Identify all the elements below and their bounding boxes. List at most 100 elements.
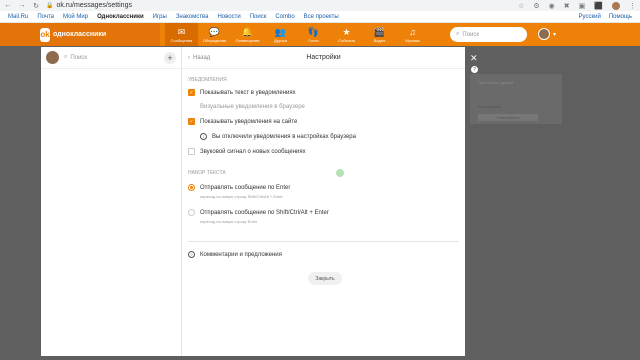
- star-icon[interactable]: ☆: [518, 2, 524, 10]
- portal-link-search[interactable]: Поиск: [250, 14, 267, 20]
- toolbar-video-label: Видео: [373, 37, 386, 43]
- toolbar-friends[interactable]: 👥 Друзья: [264, 23, 297, 46]
- ok-logo-text: одноклассники: [53, 31, 107, 38]
- setting-send-shift[interactable]: Отправлять сообщение по Shift/Ctrl/Alt +…: [188, 209, 329, 216]
- toolbar-messages[interactable]: ✉ Сообщения: [165, 23, 198, 46]
- search-icon: ⌕: [456, 31, 460, 37]
- backdrop-card: Пригласить друзей Фотографии Участвовать: [470, 74, 562, 124]
- friends-icon: 👥: [274, 26, 287, 37]
- extension-icon-4[interactable]: ▣: [579, 2, 586, 10]
- avatar[interactable]: [46, 51, 59, 64]
- back-label: Назад: [193, 54, 211, 61]
- chevron-left-icon: ‹: [188, 54, 190, 61]
- portal-link-mailru[interactable]: Mail.Ru: [8, 14, 28, 20]
- visual-browser-label: Визуальные уведомления в браузере: [200, 104, 305, 110]
- settings-panel: ‹ Назад Настройки Уведомления ✓ Показыва…: [182, 47, 465, 356]
- toolbar-guests-label: Гости: [308, 37, 319, 43]
- conversations-search-input[interactable]: ⌕ Поиск: [64, 54, 159, 61]
- toolbar-music-label: Музыка: [405, 37, 420, 43]
- send-enter-radio[interactable]: [188, 184, 195, 191]
- toolbar-guests[interactable]: 👣 Гости: [297, 23, 330, 46]
- extension-icon-3[interactable]: ✖: [564, 2, 570, 10]
- send-shift-radio[interactable]: [188, 209, 195, 216]
- backdrop-button: Участвовать: [478, 114, 538, 121]
- toolbar-discussions[interactable]: 💬 Обсуждения: [198, 23, 231, 46]
- feedback-label: Комментарии и предложения: [200, 251, 282, 258]
- portal-link-all-projects[interactable]: Все проекты: [304, 14, 339, 20]
- star-icon: ★: [342, 26, 351, 37]
- divider: [188, 241, 459, 242]
- portal-link-ok[interactable]: Одноклассники: [97, 14, 144, 20]
- portal-link-combo[interactable]: Combo: [275, 14, 294, 20]
- setting-sound[interactable]: Звуковой сигнал о новых сообщениях: [188, 148, 306, 155]
- ok-logo[interactable]: ok одноклассники: [0, 23, 160, 46]
- portal-link-mail[interactable]: Почта: [37, 14, 54, 20]
- setting-disabled-info: ! Вы отключили уведомления в настройках …: [200, 133, 356, 140]
- toolbar-notifications-label: Оповещения: [235, 37, 260, 43]
- ok-logo-icon: ok: [40, 27, 50, 42]
- setting-show-on-site[interactable]: ✓ Показывать уведомления на сайте: [188, 118, 297, 125]
- back-arrow-icon[interactable]: ←: [4, 2, 12, 9]
- send-shift-label: Отправлять сообщение по Shift/Ctrl/Alt +…: [200, 209, 329, 216]
- page-title: Настройки: [306, 54, 341, 61]
- browser-extensions: ☆ ⚙ ◉ ✖ ▣ ⬛ ⋮: [518, 1, 636, 10]
- send-shift-hint: переход на новую строку Enter: [200, 219, 258, 224]
- toolbar-notifications[interactable]: 🔔 Оповещения: [231, 23, 264, 46]
- question-icon: ?: [188, 251, 195, 258]
- backdrop-text-1: Пригласить друзей: [478, 80, 514, 85]
- notifications-section-header: Уведомления: [188, 77, 227, 83]
- search-icon: ⌕: [64, 54, 68, 60]
- show-on-site-checkbox[interactable]: ✓: [188, 118, 195, 125]
- close-button[interactable]: Закрыть: [308, 272, 342, 285]
- help-icon[interactable]: ?: [471, 66, 478, 73]
- toolbar-music[interactable]: ♫ Музыка: [396, 23, 429, 46]
- extension-icon-2[interactable]: ◉: [549, 2, 555, 10]
- sound-checkbox[interactable]: [188, 148, 195, 155]
- avatar[interactable]: [538, 28, 550, 40]
- extension-icon-5[interactable]: ⬛: [594, 2, 603, 10]
- show-text-checkbox[interactable]: ✓: [188, 89, 195, 96]
- reload-icon[interactable]: ↻: [32, 2, 40, 10]
- address-bar[interactable]: 🔒 ok.ru/messages/settings: [46, 2, 132, 9]
- address-text: ok.ru/messages/settings: [56, 2, 132, 9]
- menu-dots-icon[interactable]: ⋮: [629, 2, 636, 10]
- chevron-down-icon[interactable]: ▾: [553, 31, 556, 38]
- show-on-site-label: Показывать уведомления на сайте: [200, 118, 298, 125]
- messages-modal: ⌕ Поиск + ‹ Назад Настройки Уведомления …: [41, 47, 465, 356]
- toolbar-discussions-label: Обсуждения: [202, 37, 227, 43]
- bell-icon: 🔔: [241, 26, 254, 37]
- envelope-icon: ✉: [177, 26, 186, 37]
- show-text-label: Показывать текст в уведомлениях: [200, 89, 296, 96]
- footprints-icon: 👣: [307, 26, 320, 37]
- help-link[interactable]: Помощь: [609, 14, 632, 20]
- settings-header: ‹ Назад Настройки: [182, 47, 465, 69]
- portal-link-mymir[interactable]: Мой Мир: [63, 14, 88, 20]
- toolbar-messages-label: Сообщения: [170, 37, 193, 43]
- portal-bar: Mail.Ru Почта Мой Мир Одноклассники Игры…: [0, 11, 640, 23]
- lock-icon: 🔒: [46, 3, 54, 9]
- toolbar-user[interactable]: ▾: [538, 28, 556, 40]
- toolbar-events[interactable]: ★ События: [330, 23, 363, 46]
- toolbar-video[interactable]: 🎬 Видео: [363, 23, 396, 46]
- setting-send-enter[interactable]: Отправлять сообщение по Enter: [188, 184, 290, 191]
- portal-link-news[interactable]: Новости: [217, 14, 240, 20]
- typing-section-header: Набор текста: [188, 170, 226, 176]
- new-chat-button[interactable]: +: [164, 51, 176, 64]
- close-icon[interactable]: ✕: [470, 53, 478, 64]
- portal-link-games[interactable]: Игры: [153, 14, 167, 20]
- conversations-header: ⌕ Поиск +: [41, 47, 181, 69]
- setting-show-text[interactable]: ✓ Показывать текст в уведомлениях: [188, 89, 296, 96]
- browser-profile-avatar[interactable]: [612, 1, 620, 10]
- sound-label: Звуковой сигнал о новых сообщениях: [200, 148, 306, 155]
- disabled-info-label: Вы отключили уведомления в настройках бр…: [212, 133, 356, 140]
- toolbar-search-input[interactable]: ⌕ Поиск: [450, 27, 527, 42]
- toolbar-nav: ✉ Сообщения 💬 Обсуждения 🔔 Оповещения 👥 …: [165, 23, 429, 46]
- language-select[interactable]: Русский: [579, 14, 601, 20]
- back-button[interactable]: ‹ Назад: [188, 55, 210, 61]
- extension-icon[interactable]: ⚙: [533, 2, 539, 10]
- conversations-panel: ⌕ Поиск +: [41, 47, 182, 356]
- portal-link-dating[interactable]: Знакомства: [176, 14, 209, 20]
- toolbar-search-placeholder: Поиск: [462, 31, 480, 38]
- feedback-link[interactable]: ? Комментарии и предложения: [188, 251, 282, 258]
- forward-arrow-icon[interactable]: →: [18, 2, 26, 9]
